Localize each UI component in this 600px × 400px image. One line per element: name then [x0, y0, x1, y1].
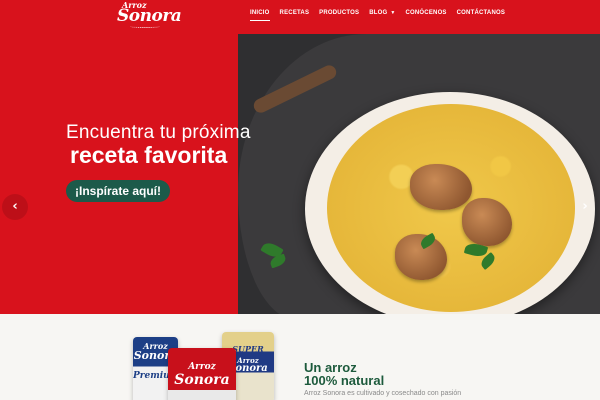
nav-item-conocenos[interactable]: CONÓCENOS [406, 10, 447, 24]
natural-rice-section: Arroz Sonora Premium Arroz Sonora SUPER … [0, 320, 600, 400]
hero-headline-line1: Encuentra tu próxima [66, 122, 251, 143]
nav-item-recetas[interactable]: RECETAS [280, 10, 310, 24]
chevron-down-icon: ▼ [390, 10, 396, 16]
nav-item-blog[interactable]: BLOG ▼ [369, 10, 395, 24]
nav-item-inicio[interactable]: INICIO [250, 10, 270, 24]
bag-name-text: Sonora [174, 372, 230, 388]
nav-item-blog-label: BLOG [369, 10, 388, 16]
section-title-line2: 100% natural [304, 373, 385, 388]
top-navbar: Arroz Sonora INICIO RECETAS PRODUCTOS BL… [0, 0, 600, 34]
bag-brand-text: Arroz [188, 362, 216, 372]
main-nav: INICIO RECETAS PRODUCTOS BLOG ▼ CONÓCENOS… [250, 10, 505, 24]
section-description: Arroz Sonora es cultivado y cosechado co… [304, 390, 462, 397]
chevron-right-icon[interactable]: › [572, 194, 598, 220]
hero-headline-line2: receta favorita [70, 142, 228, 168]
logo-word-sonora: Sonora [117, 6, 182, 26]
rice-bag-classic: Arroz Sonora [168, 348, 236, 400]
chevron-left-icon[interactable]: ‹ [2, 194, 28, 220]
brand-logo[interactable]: Arroz Sonora [114, 0, 182, 31]
nav-item-productos[interactable]: PRODUCTOS [319, 10, 359, 24]
inspire-button[interactable]: ¡Inspírate aquí! [66, 180, 171, 202]
nav-item-contactanos[interactable]: CONTÁCTANOS [457, 10, 505, 24]
logo-swoosh [130, 25, 160, 28]
hero-slider: Encuentra tu próxima receta favorita ¡In… [0, 34, 600, 320]
